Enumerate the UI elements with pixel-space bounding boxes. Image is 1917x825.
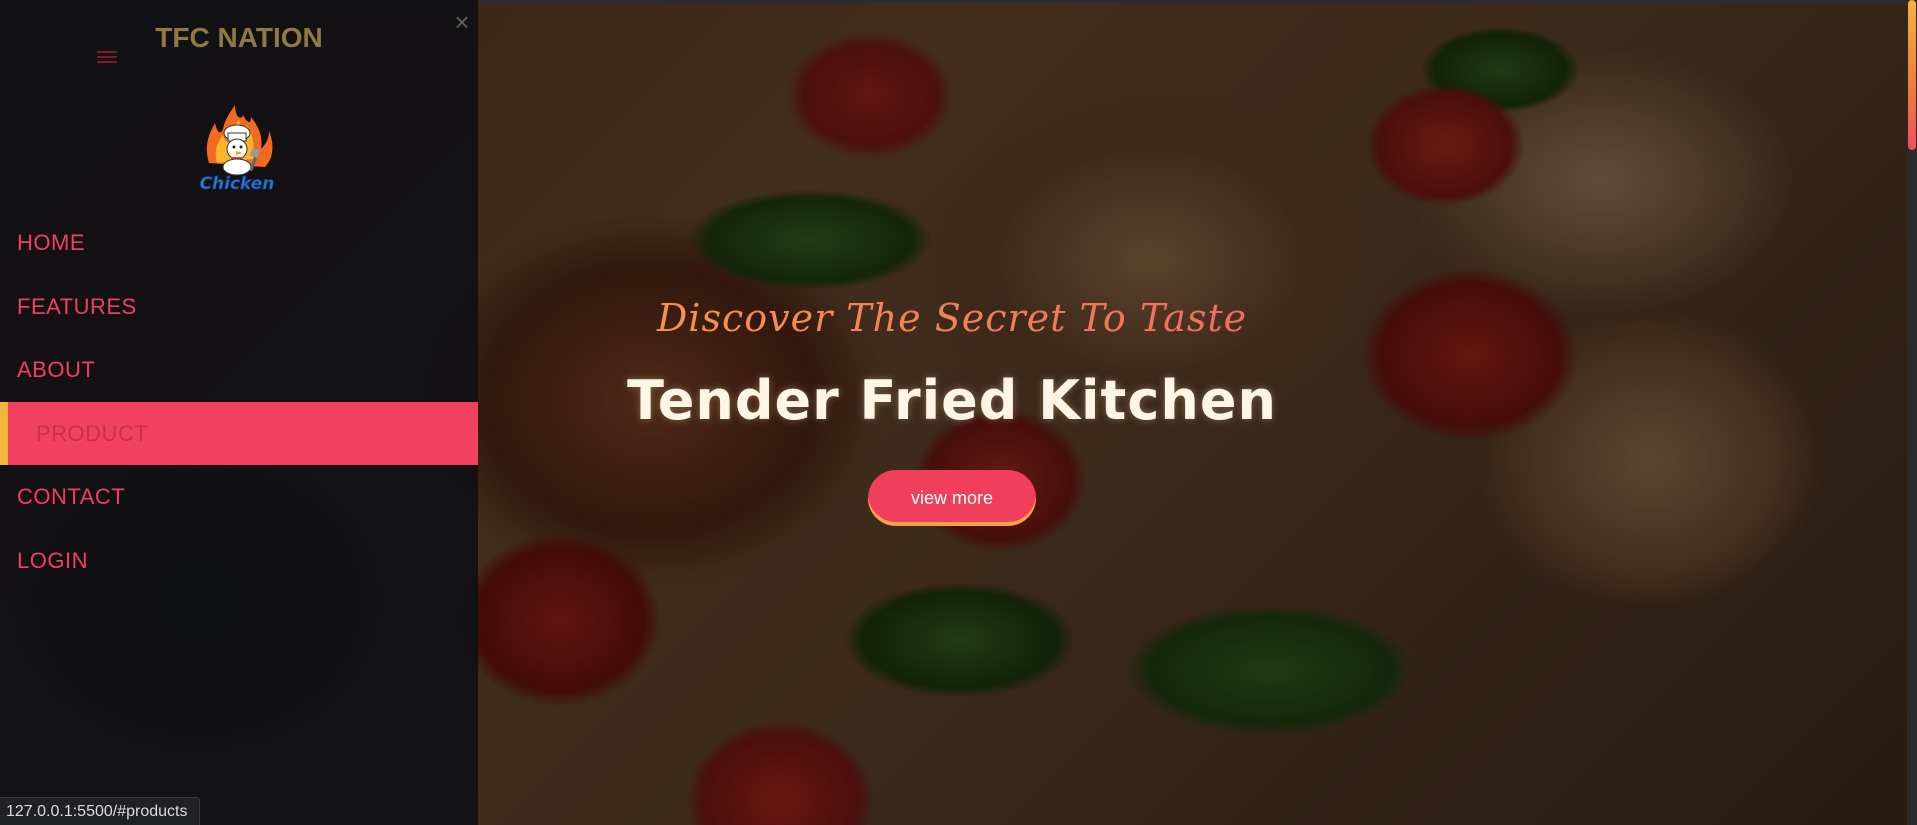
nav-item-home[interactable]: HOME xyxy=(0,211,478,275)
nav-item-about[interactable]: ABOUT xyxy=(0,338,478,402)
hero-tagline: Discover The Secret To Taste xyxy=(478,290,1426,346)
status-bar-url: 127.0.0.1:5500/#products xyxy=(0,797,201,825)
close-icon[interactable]: × xyxy=(450,9,474,35)
hero-title: Tender Fried Kitchen xyxy=(627,369,1277,432)
sidebar: TFC NATION × Chicken HOME FEATURES ABOUT… xyxy=(0,0,478,825)
hamburger-icon[interactable] xyxy=(97,51,117,65)
view-more-button[interactable]: view more xyxy=(868,470,1036,526)
hero-content: Discover The Secret To Taste Tender Frie… xyxy=(478,290,1426,526)
sidebar-brand-title: TFC NATION xyxy=(155,22,323,53)
nav-item-login[interactable]: LOGIN xyxy=(0,529,478,593)
nav-item-product[interactable]: PRODUCT xyxy=(0,401,478,465)
sidebar-nav: HOME FEATURES ABOUT PRODUCT CONTACT LOGI… xyxy=(0,211,478,592)
chicken-logo-icon: Chicken xyxy=(199,105,275,194)
scrollbar-thumb[interactable] xyxy=(1908,0,1916,150)
logo-text: Chicken xyxy=(200,174,275,194)
nav-item-features[interactable]: FEATURES xyxy=(0,275,478,339)
nav-item-contact[interactable]: CONTACT xyxy=(0,465,478,529)
page-scrollbar[interactable] xyxy=(1907,0,1917,825)
page: Discover The Secret To Taste Tender Frie… xyxy=(0,0,1917,825)
